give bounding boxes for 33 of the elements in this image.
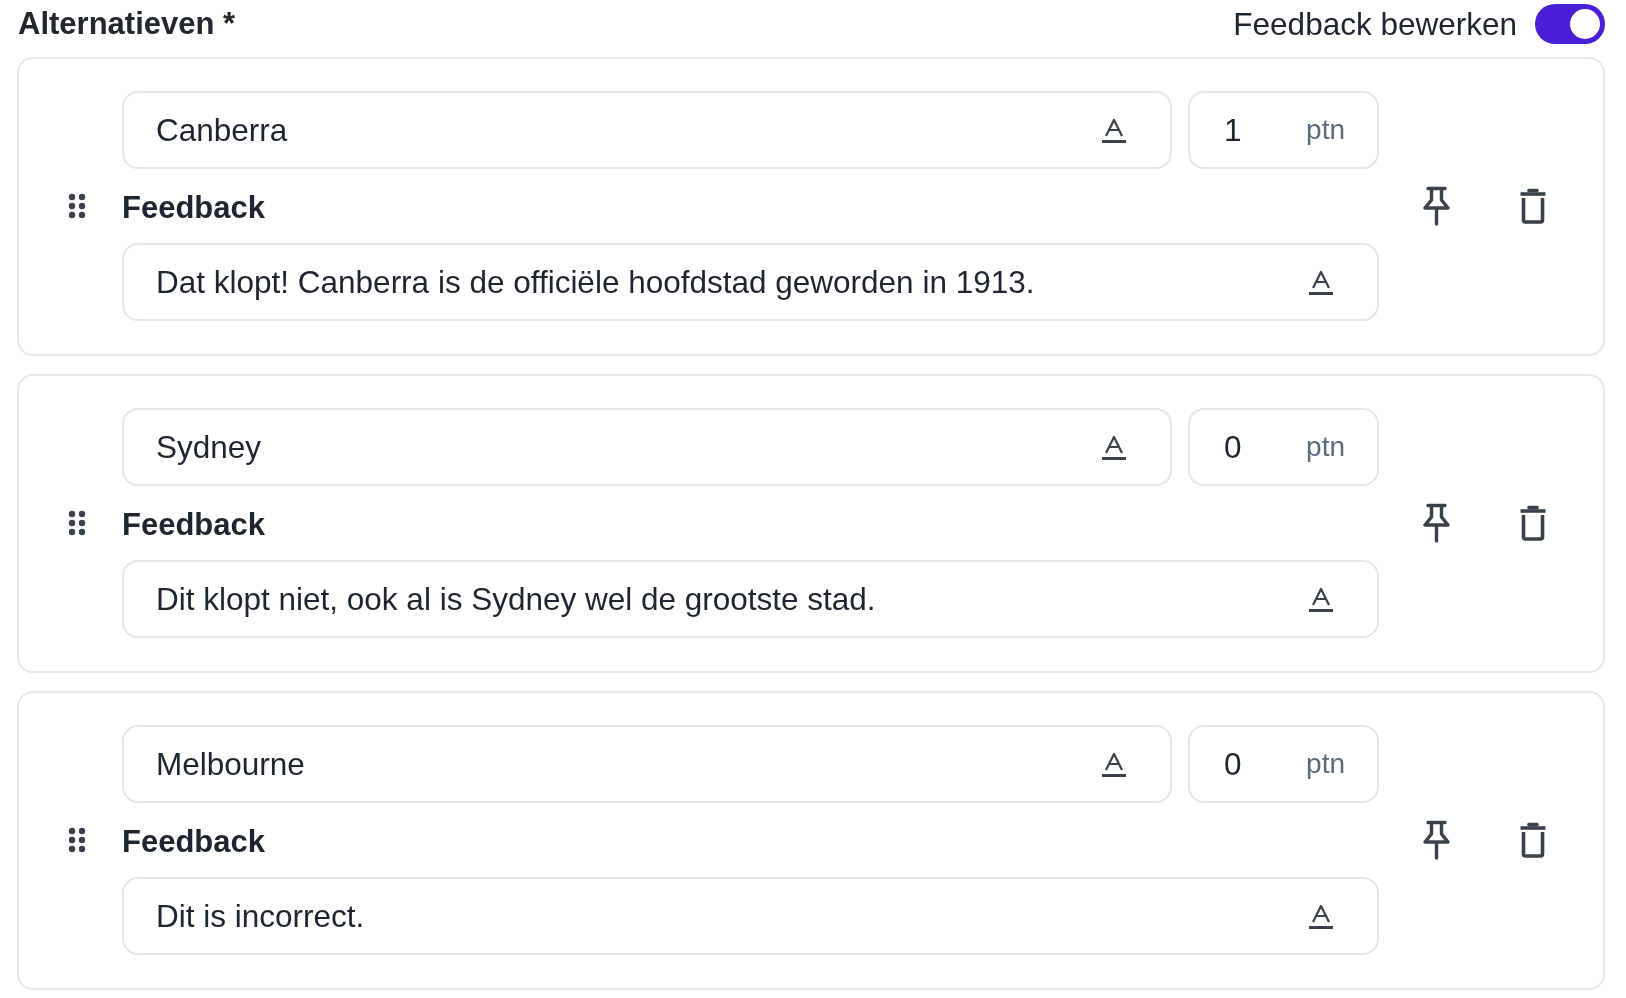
drag-handle-icon[interactable] bbox=[68, 827, 86, 853]
feedback-toggle[interactable] bbox=[1535, 4, 1605, 44]
answer-field[interactable]: Melbourne bbox=[122, 725, 1172, 803]
feedback-label: Feedback bbox=[122, 190, 265, 226]
points-field[interactable]: 0 ptn bbox=[1188, 725, 1379, 803]
trash-icon[interactable] bbox=[1519, 822, 1547, 858]
toggle-label: Feedback bewerken bbox=[1233, 5, 1517, 43]
points-unit: ptn bbox=[1306, 748, 1345, 780]
points-unit: ptn bbox=[1306, 114, 1345, 146]
answer-field[interactable]: Sydney bbox=[122, 408, 1172, 486]
pin-icon[interactable] bbox=[1421, 820, 1452, 860]
trash-icon[interactable] bbox=[1519, 505, 1547, 541]
section-title: Alternatieven * bbox=[18, 6, 236, 42]
feedback-label: Feedback bbox=[122, 824, 265, 860]
text-format-icon[interactable] bbox=[1309, 903, 1333, 929]
text-format-icon[interactable] bbox=[1102, 434, 1126, 460]
text-format-icon[interactable] bbox=[1309, 269, 1333, 295]
drag-handle-icon[interactable] bbox=[68, 193, 86, 219]
text-format-icon[interactable] bbox=[1309, 586, 1333, 612]
points-field[interactable]: 1 ptn bbox=[1188, 91, 1379, 169]
feedback-label: Feedback bbox=[122, 507, 265, 543]
text-format-icon[interactable] bbox=[1102, 751, 1126, 777]
text-format-icon[interactable] bbox=[1102, 117, 1126, 143]
answer-field[interactable]: Canberra bbox=[122, 91, 1172, 169]
feedback-field[interactable]: Dit klopt niet, ook al is Sydney wel de grootste stad. bbox=[122, 560, 1379, 638]
points-unit: ptn bbox=[1306, 431, 1345, 463]
trash-icon[interactable] bbox=[1519, 188, 1547, 224]
points-field[interactable]: 0 ptn bbox=[1188, 408, 1379, 486]
feedback-field[interactable]: Dat klopt! Canberra is de officiële hoofdstad geworden in 1913. bbox=[122, 243, 1379, 321]
pin-icon[interactable] bbox=[1421, 503, 1452, 543]
drag-handle-icon[interactable] bbox=[68, 510, 86, 536]
feedback-field[interactable]: Dit is incorrect. bbox=[122, 877, 1379, 955]
pin-icon[interactable] bbox=[1421, 186, 1452, 226]
